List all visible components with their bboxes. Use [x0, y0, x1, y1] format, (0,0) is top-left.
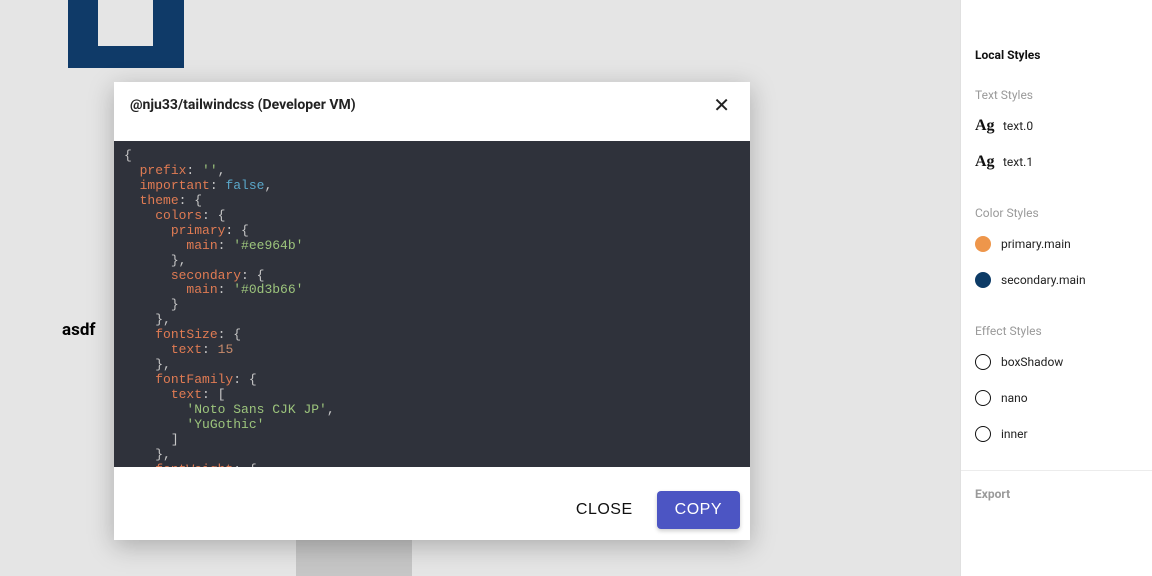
color-style-label: primary.main	[1001, 237, 1071, 251]
color-swatch-primary	[975, 236, 991, 252]
canvas-text-asdf: asdf	[62, 320, 96, 340]
text-styles-header: Text Styles	[975, 88, 1138, 102]
modal-header: @nju33/tailwindcss (Developer VM) ✕	[114, 82, 750, 128]
effect-style-label: boxShadow	[1001, 355, 1063, 369]
ag-icon: Ag	[975, 153, 993, 171]
effect-icon	[975, 390, 991, 406]
color-swatch-secondary	[975, 272, 991, 288]
color-styles-header: Color Styles	[975, 206, 1138, 220]
close-button[interactable]: CLOSE	[564, 491, 645, 529]
color-style-secondary[interactable]: secondary.main	[975, 262, 1138, 298]
local-styles-panel: Local Styles Text Styles Ag text.0 Ag te…	[960, 0, 1152, 576]
effect-style-inner[interactable]: inner	[975, 416, 1138, 452]
text-style-1[interactable]: Ag text.1	[975, 144, 1138, 180]
effect-icon	[975, 354, 991, 370]
effect-icon	[975, 426, 991, 442]
text-style-0[interactable]: Ag text.0	[975, 108, 1138, 144]
local-styles-title: Local Styles	[975, 0, 1138, 62]
effect-style-boxshadow[interactable]: boxShadow	[975, 344, 1138, 380]
copy-button[interactable]: COPY	[657, 491, 740, 529]
effect-styles-header: Effect Styles	[975, 324, 1138, 338]
tailwind-config-modal: @nju33/tailwindcss (Developer VM) ✕ { pr…	[114, 82, 750, 540]
color-style-label: secondary.main	[1001, 273, 1086, 287]
text-style-label: text.1	[1003, 155, 1033, 169]
canvas-blue-square	[68, 0, 184, 68]
export-section[interactable]: Export	[975, 471, 1138, 501]
effect-style-label: inner	[1001, 427, 1028, 441]
color-style-primary[interactable]: primary.main	[975, 226, 1138, 262]
text-style-label: text.0	[1003, 119, 1033, 133]
effect-style-label: nano	[1001, 391, 1028, 405]
modal-footer: CLOSE COPY	[114, 480, 750, 540]
ag-icon: Ag	[975, 117, 993, 135]
effect-style-nano[interactable]: nano	[975, 380, 1138, 416]
close-icon[interactable]: ✕	[709, 91, 734, 119]
config-code-block[interactable]: { prefix: '', important: false, theme: {…	[114, 141, 750, 467]
modal-title: @nju33/tailwindcss (Developer VM)	[130, 97, 356, 113]
